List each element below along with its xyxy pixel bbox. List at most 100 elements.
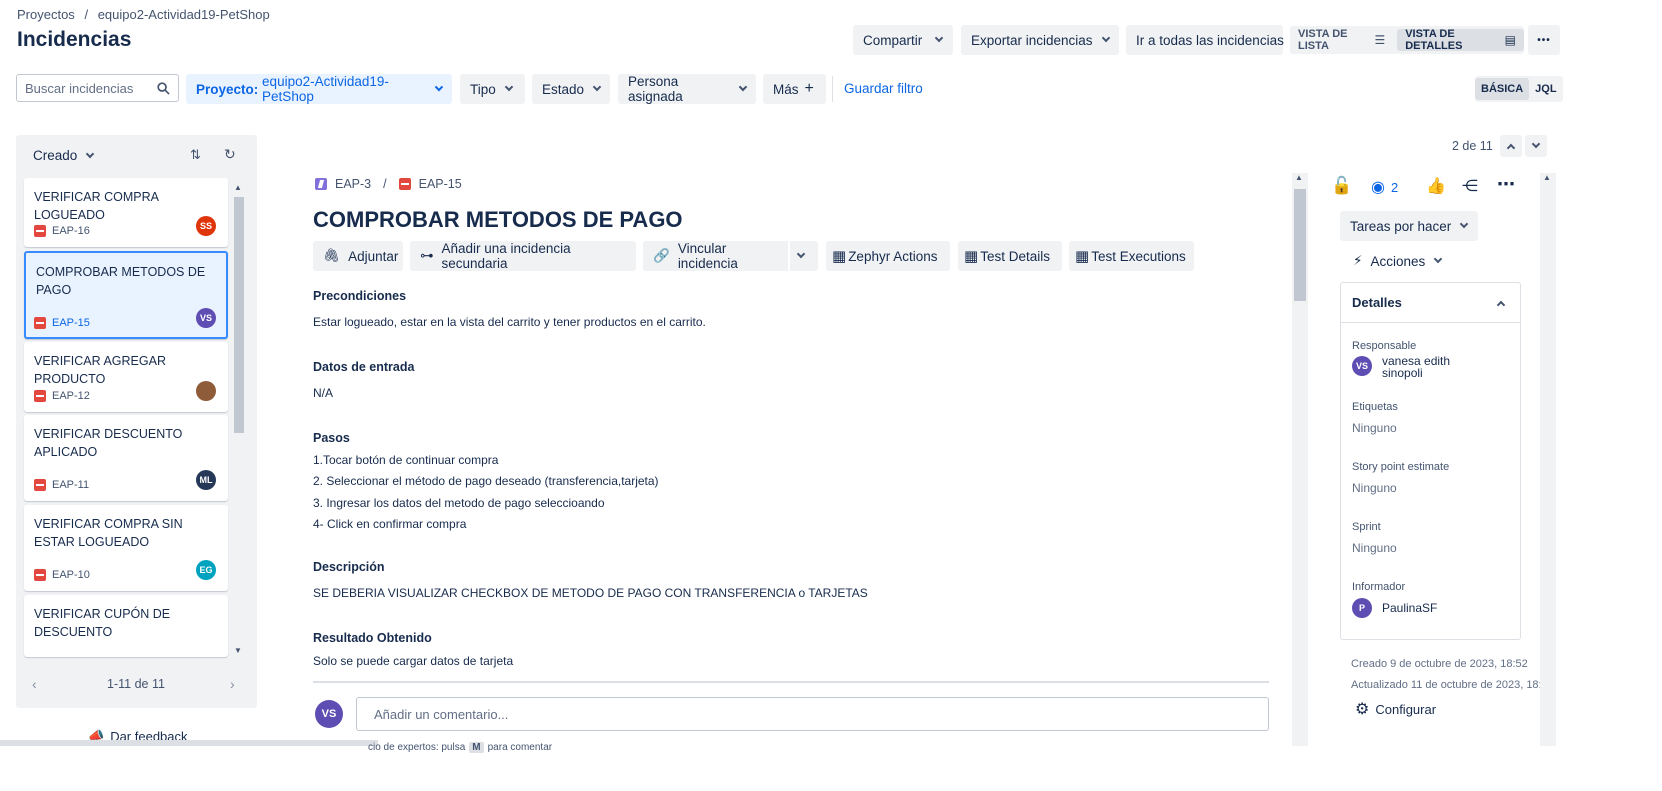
comment-divider — [313, 681, 1269, 683]
story-points-value[interactable]: Ninguno — [1352, 481, 1397, 495]
card-key-text: EAP-11 — [52, 479, 90, 491]
list-item[interactable]: VERIFICAR COMPRA SIN ESTAR LOGUEADO EAP-… — [24, 505, 228, 591]
reporter-name[interactable]: PaulinaSF — [1382, 601, 1437, 615]
prev-page-icon[interactable]: ‹ — [32, 676, 37, 692]
section-text: SE DEBERIA VISUALIZAR CHECKBOX DE METODO… — [313, 586, 868, 600]
list-item[interactable]: VERIFICAR COMPRA LOGUEADO EAP-16 SS — [24, 178, 228, 247]
chevron-down-icon — [86, 149, 95, 158]
created-timestamp: Creado 9 de octubre de 2023, 18:52 — [1351, 658, 1528, 670]
more-icon[interactable]: ⋯ — [1497, 174, 1515, 195]
assignee-filter[interactable]: Persona asignada — [618, 74, 756, 104]
link-issue-button[interactable]: 🔗 Vincular incidencia — [643, 241, 788, 271]
link-issue-dropdown[interactable] — [790, 241, 818, 271]
export-issues-button[interactable]: Exportar incidencias — [961, 25, 1119, 55]
tip-key: M — [469, 742, 484, 753]
go-to-all-label: Ir a todas las incidencias — [1136, 32, 1284, 48]
test-details-button[interactable]: ▦ Test Details — [958, 241, 1062, 271]
chevron-down-icon — [1460, 219, 1469, 229]
configure-label: Configurar — [1375, 701, 1437, 717]
share-button[interactable]: Compartir — [853, 25, 953, 55]
card-title: VERIFICAR DESCUENTO APLICADO — [34, 427, 183, 459]
sprint-label: Sprint — [1352, 521, 1381, 533]
assignee-name[interactable]: vanesa edith sinopoli — [1382, 355, 1478, 379]
breadcrumb-project[interactable]: equipo2-Actividad19-PetShop — [98, 7, 270, 22]
assignee-filter-label: Persona asignada — [628, 74, 683, 104]
thumbs-up-icon[interactable]: 👍 — [1426, 176, 1446, 196]
status-filter[interactable]: Estado — [532, 74, 610, 104]
sort-order-icon[interactable]: ⇅ — [190, 147, 201, 163]
paperclip-icon: 🖇 — [323, 248, 341, 263]
scroll-thumb[interactable] — [1542, 189, 1554, 729]
story-points-label: Story point estimate — [1352, 461, 1450, 473]
assignee-label: Responsable — [1352, 340, 1417, 352]
breadcrumb-projects[interactable]: Proyectos — [17, 7, 75, 22]
next-page-icon[interactable]: › — [230, 676, 235, 692]
test-executions-icon: ▦ — [1075, 248, 1090, 265]
scroll-up-icon[interactable]: ▲ — [1295, 173, 1303, 182]
share-label: Compartir — [863, 32, 923, 48]
project-filter[interactable]: Proyecto: equipo2-Actividad19-PetShop — [186, 74, 452, 104]
actions-dropdown[interactable]: ⚡ Acciones — [1353, 253, 1443, 269]
search-input[interactable]: Buscar incidencias — [16, 74, 179, 102]
bug-icon — [34, 317, 46, 329]
list-item[interactable]: VERIFICAR AGREGAR PRODUCTO EAP-12 — [24, 342, 228, 412]
refresh-icon[interactable]: ↻ — [224, 146, 236, 163]
list-item[interactable]: VERIFICAR DESCUENTO APLICADO EAP-11 ML — [24, 415, 228, 501]
list-item-selected[interactable]: COMPROBAR METODOS DE PAGO EAP-15 VS — [24, 251, 228, 339]
jql-mode-button[interactable]: JQL — [1529, 78, 1562, 100]
project-filter-label: Proyecto: — [196, 81, 259, 97]
scroll-thumb[interactable] — [1294, 189, 1306, 301]
search-icon — [157, 81, 170, 95]
type-filter[interactable]: Tipo — [460, 74, 525, 104]
scroll-down-icon[interactable]: ▼ — [234, 646, 242, 655]
side-scrollbar[interactable]: ▲ — [1540, 173, 1556, 746]
card-title: COMPROBAR METODOS DE PAGO — [36, 265, 206, 297]
details-header[interactable]: Detalles — [1341, 283, 1520, 323]
add-child-issue-button[interactable]: ⊶ Añadir una incidencia secundaria — [410, 241, 636, 271]
lock-icon[interactable]: 🔓 — [1331, 176, 1352, 196]
issue-key-link[interactable]: EAP-15 — [419, 177, 462, 191]
card-title: VERIFICAR AGREGAR PRODUCTO — [34, 354, 166, 386]
section-text: N/A — [313, 386, 334, 400]
parent-issue-link[interactable]: EAP-3 — [335, 177, 371, 191]
list-view-button[interactable]: VISTA DE LISTA ☰ — [1290, 28, 1393, 52]
type-filter-label: Tipo — [470, 81, 496, 97]
configure-button[interactable]: ⚙ Configurar — [1355, 699, 1436, 719]
bug-icon — [34, 569, 46, 581]
scroll-up-icon[interactable]: ▲ — [234, 183, 242, 192]
detail-scrollbar[interactable]: ▲ — [1292, 173, 1308, 746]
issue-pager: 2 de 11 — [1452, 139, 1493, 153]
detail-view-label: VISTA DE DETALLES — [1405, 28, 1463, 52]
basic-mode-button[interactable]: BÁSICA — [1475, 78, 1530, 100]
attach-button[interactable]: 🖇 Adjuntar — [313, 241, 403, 271]
share-icon[interactable]: ⋲ — [1462, 176, 1478, 196]
issue-title[interactable]: COMPROBAR METODOS DE PAGO — [313, 207, 683, 233]
chevron-down-icon — [504, 82, 514, 92]
horizontal-scrollbar[interactable] — [0, 740, 378, 746]
save-filter-link[interactable]: Guardar filtro — [844, 81, 923, 96]
scroll-up-icon[interactable]: ▲ — [1543, 173, 1551, 182]
more-filters-button[interactable]: Más + — [763, 74, 826, 104]
updated-timestamp: Actualizado 11 de octubre de 2023, 18:5 — [1351, 679, 1540, 691]
status-label: Tareas por hacer — [1350, 218, 1452, 234]
comment-input[interactable]: Añadir un comentario... — [356, 697, 1269, 731]
sprint-value[interactable]: Ninguno — [1352, 541, 1397, 555]
labels-value[interactable]: Ninguno — [1352, 421, 1397, 435]
go-to-all-issues-button[interactable]: Ir a todas las incidencias — [1126, 25, 1284, 55]
sort-dropdown[interactable]: Creado — [33, 148, 95, 163]
test-executions-button[interactable]: ▦ Test Executions — [1069, 241, 1194, 271]
list-item[interactable]: VERIFICAR CUPÓN DE DESCUENTO — [24, 595, 228, 657]
add-child-label: Añadir una incidencia secundaria — [441, 241, 571, 271]
next-issue-button[interactable] — [1525, 135, 1547, 157]
status-dropdown[interactable]: Tareas por hacer — [1340, 211, 1478, 241]
section-text: 1.Tocar botón de continuar compra — [313, 453, 499, 467]
list-scrollbar[interactable]: ▲ ▼ — [232, 183, 246, 657]
more-actions-button[interactable]: ••• — [1528, 25, 1560, 55]
detail-view-button[interactable]: VISTA DE DETALLES ▤ — [1397, 28, 1524, 52]
scroll-thumb[interactable] — [234, 197, 244, 433]
watchers-count: 2 — [1390, 179, 1399, 195]
section-text: 4- Click en confirmar compra — [313, 517, 467, 531]
watch-button[interactable]: ◉ 2 — [1371, 177, 1398, 197]
zephyr-actions-button[interactable]: ▦ Zephyr Actions — [826, 241, 950, 271]
prev-issue-button[interactable] — [1500, 135, 1522, 157]
